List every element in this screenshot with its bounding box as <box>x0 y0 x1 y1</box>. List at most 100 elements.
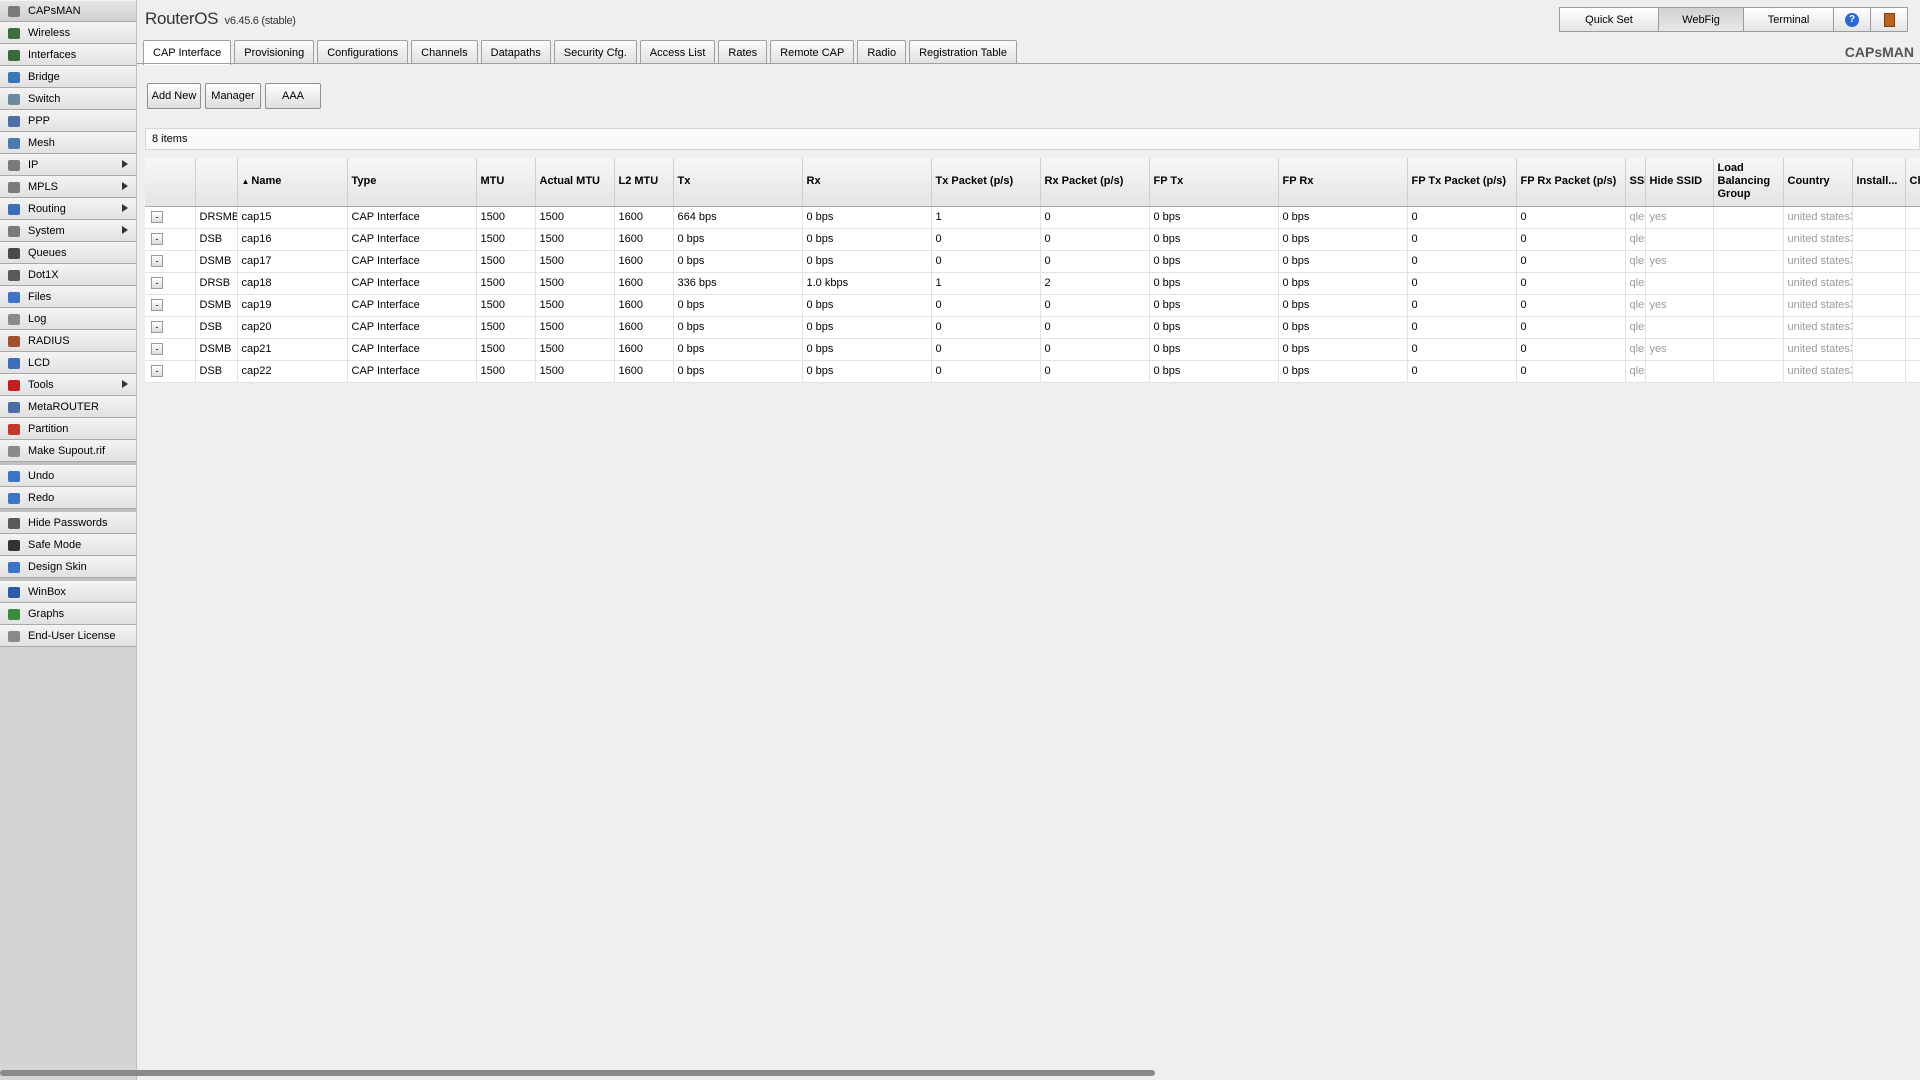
column-header-install[interactable]: Install... <box>1852 158 1906 207</box>
sidebar-item-interfaces[interactable]: Interfaces <box>0 44 136 66</box>
column-header-mtu[interactable]: MTU <box>476 158 536 207</box>
sidebar-item-dot1x[interactable]: Dot1X <box>0 264 136 286</box>
cell-text: 0 <box>935 255 942 267</box>
files-icon <box>6 290 22 304</box>
column-header-ch[interactable]: Ch <box>1905 158 1920 207</box>
sidebar-item-end-user-license[interactable]: End-User License <box>0 625 136 647</box>
sidebar-item-ppp[interactable]: PPP <box>0 110 136 132</box>
sidebar-item-winbox[interactable]: WinBox <box>0 581 136 603</box>
cell-ch <box>1905 316 1920 339</box>
tab-cap-interface[interactable]: CAP Interface <box>143 40 232 65</box>
column-header-blank-1[interactable] <box>195 158 238 207</box>
column-header-actual-mtu[interactable]: Actual MTU <box>535 158 615 207</box>
column-header-country[interactable]: Country <box>1783 158 1853 207</box>
remove-row-button[interactable]: - <box>151 211 163 224</box>
sidebar-item-label: Undo <box>28 470 55 482</box>
column-header-fp-tx-packet-p-s[interactable]: FP Tx Packet (p/s) <box>1407 158 1517 207</box>
sidebar-item-mpls[interactable]: MPLS <box>0 176 136 198</box>
tab-channels[interactable]: Channels <box>411 40 478 64</box>
column-header-tx-packet-p-s[interactable]: Tx Packet (p/s) <box>931 158 1041 207</box>
remove-row-button[interactable]: - <box>151 233 163 246</box>
add-new-button[interactable]: Add New <box>147 83 201 109</box>
sidebar-item-mesh[interactable]: Mesh <box>0 132 136 154</box>
sidebar-item-hide-passwords[interactable]: Hide Passwords <box>0 512 136 534</box>
table-row[interactable]: - DSMB cap19 CAP Interface 1500 1500 1600 0 bps… <box>145 294 1920 317</box>
horizontal-scrollbar[interactable] <box>0 1070 1155 1076</box>
sort-ascending-icon: ▲ <box>241 177 250 187</box>
tab-security-cfg[interactable]: Security Cfg. <box>553 40 637 64</box>
license-icon-glyph <box>8 630 20 642</box>
sidebar-item-tools[interactable]: Tools <box>0 374 136 396</box>
table-row[interactable]: - DRSMB cap15 CAP Interface 1500 1500 1600 664 … <box>145 206 1920 229</box>
column-header-fp-tx[interactable]: FP Tx <box>1149 158 1279 207</box>
remove-row-button[interactable]: - <box>151 343 163 356</box>
sidebar-item-undo[interactable]: Undo <box>0 465 136 487</box>
help-button[interactable]: ? <box>1833 7 1871 32</box>
table-row[interactable]: - DRSB cap18 CAP Interface 1500 1500 1600 336 b… <box>145 272 1920 295</box>
sidebar-item-system[interactable]: System <box>0 220 136 242</box>
tab-provisioning[interactable]: Provisioning <box>234 40 315 64</box>
sidebar-item-metarouter[interactable]: MetaROUTER <box>0 396 136 418</box>
sidebar-item-lcd[interactable]: LCD <box>0 352 136 374</box>
table-row[interactable]: - DSMB cap21 CAP Interface 1500 1500 1600 0 bps… <box>145 338 1920 361</box>
sidebar-item-wireless[interactable]: Wireless <box>0 22 136 44</box>
column-header-rx[interactable]: Rx <box>802 158 932 207</box>
column-header-name[interactable]: ▲ Name <box>237 158 348 207</box>
column-header-ssi[interactable]: SSI <box>1625 158 1646 207</box>
tab-registration-table[interactable]: Registration Table <box>909 40 1017 64</box>
sidebar-item-ip[interactable]: IP <box>0 154 136 176</box>
sidebar-item-switch[interactable]: Switch <box>0 88 136 110</box>
sidebar-item-make-supout-rif[interactable]: Make Supout.rif <box>0 440 136 462</box>
sidebar-item-radius[interactable]: RADIUS <box>0 330 136 352</box>
sidebar-item-redo[interactable]: Redo <box>0 487 136 509</box>
sidebar-item-safe-mode[interactable]: Safe Mode <box>0 534 136 556</box>
column-header-label: Type <box>351 175 377 188</box>
sidebar-item-capsman[interactable]: CAPsMAN <box>0 0 136 22</box>
sidebar-item-files[interactable]: Files <box>0 286 136 308</box>
tab-remote-cap[interactable]: Remote CAP <box>770 40 855 64</box>
cell-fp-rx: 0 bps <box>1278 316 1408 339</box>
remove-row-button[interactable]: - <box>151 299 163 312</box>
logout-button[interactable] <box>1870 7 1908 32</box>
remove-row-button[interactable]: - <box>151 365 163 378</box>
sidebar-item-routing[interactable]: Routing <box>0 198 136 220</box>
remove-row-button[interactable]: - <box>151 277 163 290</box>
column-header-type[interactable]: Type <box>347 158 477 207</box>
tab-access-list[interactable]: Access List <box>639 40 716 64</box>
cell-text: 0 bps <box>806 211 834 223</box>
cell-text: united states3 <box>1787 255 1852 267</box>
quick-set-button[interactable]: Quick Set <box>1559 7 1659 32</box>
cell-tx-packet-p-s: 0 <box>931 360 1041 383</box>
sidebar-item-queues[interactable]: Queues <box>0 242 136 264</box>
column-header-rx-packet-p-s[interactable]: Rx Packet (p/s) <box>1040 158 1150 207</box>
table-row[interactable]: - DSB cap22 CAP Interface 1500 1500 1600 0 bps 0… <box>145 360 1920 383</box>
table-row[interactable]: - DSMB cap17 CAP Interface 1500 1500 1600 0 bps… <box>145 250 1920 273</box>
table-row[interactable]: - DSB cap16 CAP Interface 1500 1500 1600 0 bps 0… <box>145 228 1920 251</box>
column-header-tx[interactable]: Tx <box>673 158 803 207</box>
tab-configurations[interactable]: Configurations <box>317 40 409 64</box>
column-header-hide-ssid[interactable]: Hide SSID <box>1645 158 1714 207</box>
sidebar-item-bridge[interactable]: Bridge <box>0 66 136 88</box>
tab-rates[interactable]: Rates <box>718 40 768 64</box>
manager-button[interactable]: Manager <box>205 83 261 109</box>
aaa-button[interactable]: AAA <box>265 83 321 109</box>
cell-text: 0 <box>1520 255 1527 267</box>
table-row[interactable]: - DSB cap20 CAP Interface 1500 1500 1600 0 bps 0… <box>145 316 1920 339</box>
tab-radio[interactable]: Radio <box>857 40 907 64</box>
remove-row-button[interactable]: - <box>151 255 163 268</box>
cell-hide-ssid: yes <box>1645 338 1714 361</box>
sidebar-item-graphs[interactable]: Graphs <box>0 603 136 625</box>
terminal-button[interactable]: Terminal <box>1743 7 1834 32</box>
sidebar-item-design-skin[interactable]: Design Skin <box>0 556 136 578</box>
column-header-blank-0[interactable] <box>145 158 196 207</box>
tab-datapaths[interactable]: Datapaths <box>480 40 551 64</box>
remove-row-button[interactable]: - <box>151 321 163 334</box>
column-header-load-balancing-group[interactable]: Load Balancing Group <box>1713 158 1784 207</box>
cell-mtu: 1500 <box>476 294 536 317</box>
sidebar-item-log[interactable]: Log <box>0 308 136 330</box>
sidebar-item-partition[interactable]: Partition <box>0 418 136 440</box>
webfig-button[interactable]: WebFig <box>1658 7 1744 32</box>
column-header-fp-rx-packet-p-s[interactable]: FP Rx Packet (p/s) <box>1516 158 1626 207</box>
column-header-l2-mtu[interactable]: L2 MTU <box>614 158 674 207</box>
column-header-fp-rx[interactable]: FP Rx <box>1278 158 1408 207</box>
